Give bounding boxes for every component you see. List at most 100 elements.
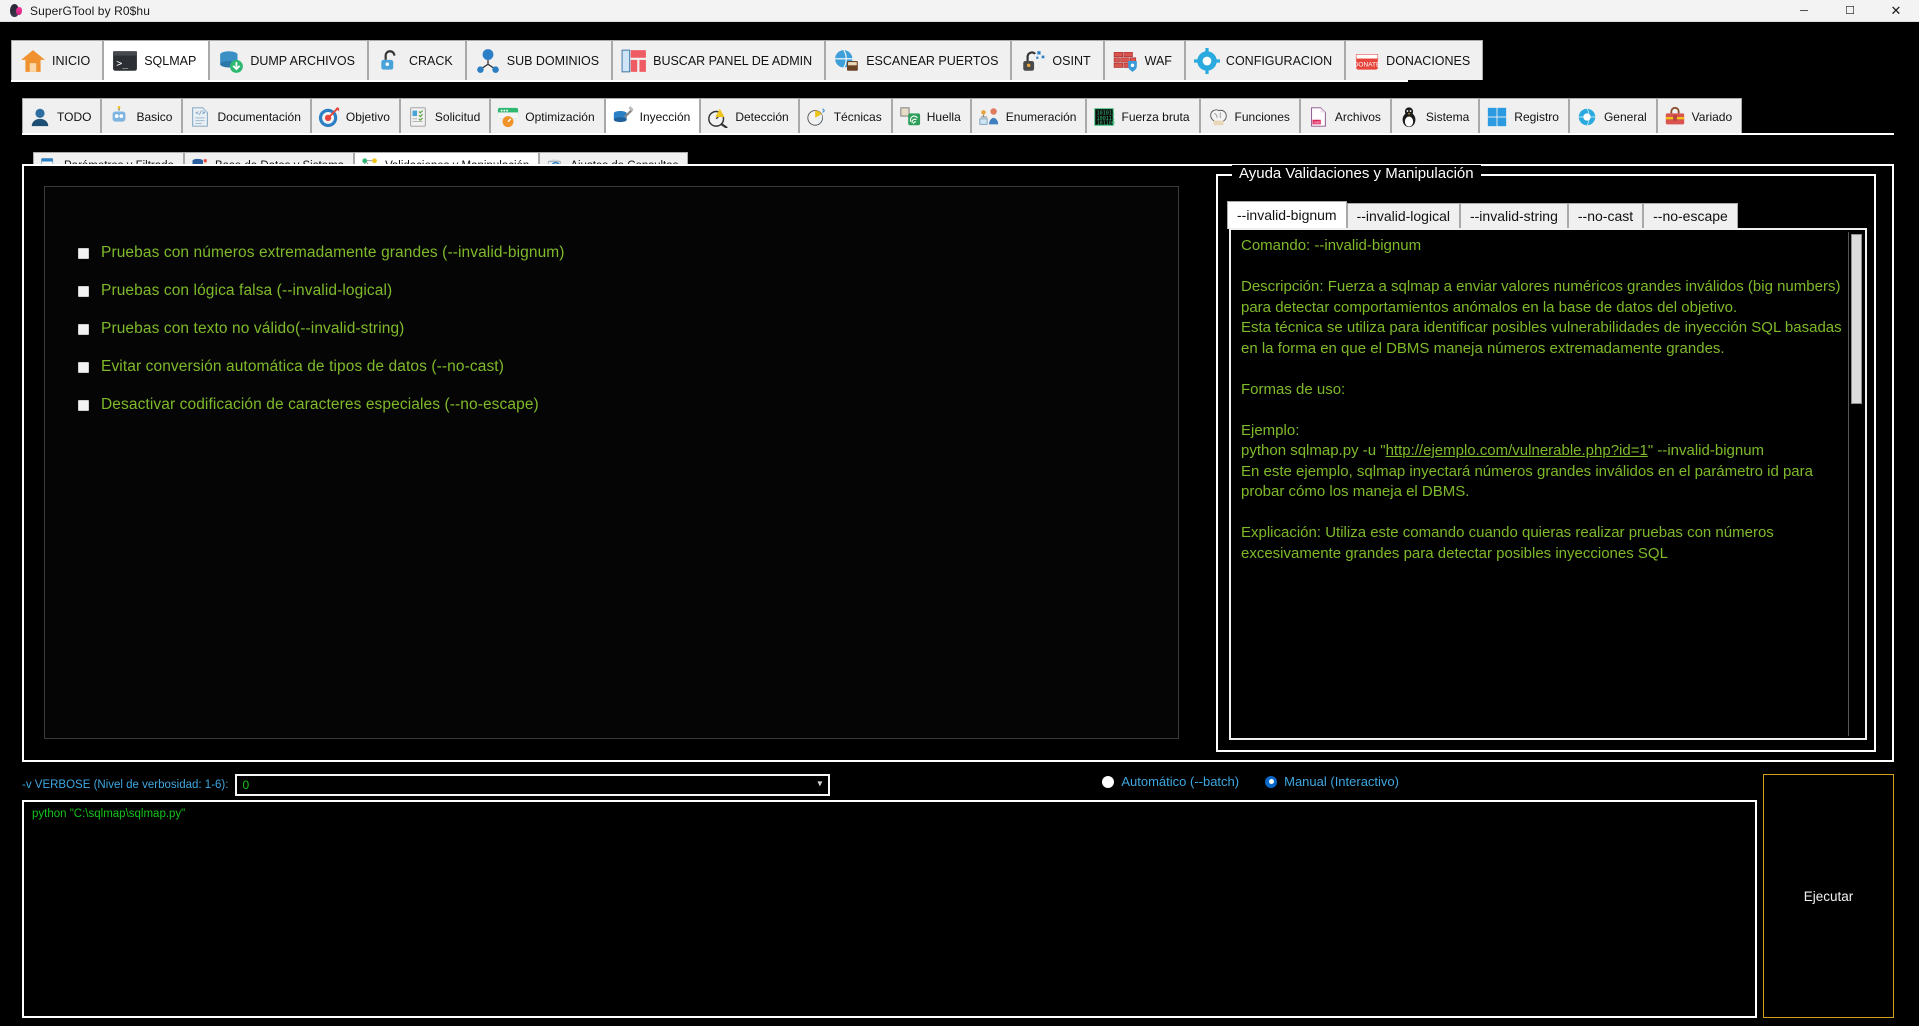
brain-icon xyxy=(1207,106,1229,128)
option-row[interactable]: Evitar conversión automática de tipos de… xyxy=(78,348,1158,386)
ribbon-divider-2 xyxy=(22,133,1894,135)
enumeration-icon xyxy=(978,106,1000,128)
tab-inyecci-n[interactable]: Inyección xyxy=(604,98,701,134)
tab-basico[interactable]: Basico xyxy=(101,98,183,134)
tab-label: Objetivo xyxy=(345,109,390,124)
help-groupbox-title: Ayuda Validaciones y Manipulación xyxy=(1232,165,1481,182)
help-tab-no-escape[interactable]: --no-escape xyxy=(1643,203,1738,229)
fingerprint-icon xyxy=(899,106,921,128)
tab-inicio[interactable]: INICIO xyxy=(11,40,104,80)
main-tabstrip: INICIO >_ SQLMAP DUMP ARCHIVOS CRACK SUB DOMI… xyxy=(11,40,1484,80)
tab-label: DUMP ARCHIVOS xyxy=(250,53,355,68)
minimize-button[interactable]: ─ xyxy=(1781,0,1827,21)
tab-enumeraci-n[interactable]: Enumeración xyxy=(970,98,1087,134)
tab-huella[interactable]: Huella xyxy=(891,98,971,134)
tab-t-cnicas[interactable]: Técnicas xyxy=(798,98,892,134)
tab-configuracion[interactable]: CONFIGURACION xyxy=(1184,40,1346,80)
document-code-icon: </> xyxy=(189,106,211,128)
verbose-value: 0 xyxy=(242,778,250,792)
option-label: Desactivar codificación de caracteres es… xyxy=(101,396,539,413)
tab-label: Variado xyxy=(1691,109,1733,124)
console-output[interactable]: python "C:\sqlmap\sqlmap.py" xyxy=(22,800,1757,1018)
option-checkbox[interactable] xyxy=(78,285,89,297)
tab-registro[interactable]: Registro xyxy=(1479,98,1569,134)
tab-donaciones[interactable]: DONATE DONACIONES xyxy=(1345,40,1484,80)
option-row[interactable]: Desactivar codificación de caracteres es… xyxy=(78,386,1158,424)
option-row[interactable]: Pruebas con texto no válido(--invalid-st… xyxy=(78,310,1158,348)
option-checkbox[interactable] xyxy=(78,361,89,373)
tab-dump-archivos[interactable]: DUMP ARCHIVOS xyxy=(209,40,368,80)
console-text: python "C:\sqlmap\sqlmap.py" xyxy=(32,808,186,820)
app-body: INICIO >_ SQLMAP DUMP ARCHIVOS CRACK SUB DOMI… xyxy=(0,22,1919,1026)
help-text-content: Comando: --invalid-bignum Descripción: F… xyxy=(1241,237,1842,562)
magnifier-gauge-icon xyxy=(707,106,729,129)
svg-text:rust: rust xyxy=(1313,120,1319,124)
window-title: SuperGTool by R0$hu xyxy=(30,3,150,18)
pie-chart-icon xyxy=(806,106,828,128)
radio-manual[interactable]: Manual (Interactivo) xyxy=(1265,774,1399,789)
verbose-select[interactable]: 0 ▾ xyxy=(235,774,831,796)
option-checkbox[interactable] xyxy=(78,247,89,259)
windows-registry-icon xyxy=(1486,106,1508,128)
content-panel: Pruebas con números extremadamente grand… xyxy=(22,164,1894,884)
hacker-icon xyxy=(29,106,51,128)
tab-funciones[interactable]: Funciones xyxy=(1199,98,1300,134)
tab-label: Solicitud xyxy=(434,109,481,124)
tab-general[interactable]: General xyxy=(1568,98,1657,134)
tab-sub-dominios[interactable]: SUB DOMINIOS xyxy=(465,40,613,80)
options-pane: Pruebas con números extremadamente grand… xyxy=(44,186,1179,739)
tab-fuerza-bruta[interactable]: 101011 100111 101100 Fuerza bruta xyxy=(1086,98,1200,134)
tab-escanear-puertos[interactable]: ESCANEAR PUERTOS xyxy=(825,40,1012,80)
help-tab-invalid-logical[interactable]: --invalid-logical xyxy=(1346,203,1460,229)
tab-label: Sistema xyxy=(1425,109,1470,124)
maximize-button[interactable]: ☐ xyxy=(1827,0,1873,21)
tab-documentaci-n[interactable]: </> Documentación xyxy=(182,98,311,134)
tab-label: Inyección xyxy=(639,109,691,124)
chevron-down-icon: ▾ xyxy=(817,778,823,790)
tab-label: Funciones xyxy=(1234,109,1290,124)
option-row[interactable]: Pruebas con lógica falsa (--invalid-logi… xyxy=(78,272,1158,310)
option-checkbox[interactable] xyxy=(78,399,89,411)
tab-label: Detección xyxy=(735,109,789,124)
tab-label: CRACK xyxy=(408,53,453,68)
admin-panel-icon xyxy=(621,48,647,74)
tab-sqlmap[interactable]: >_ SQLMAP xyxy=(103,40,210,80)
tab-waf[interactable]: WAF xyxy=(1103,40,1185,80)
tab-detecci-n[interactable]: Detección xyxy=(700,98,799,134)
linux-penguin-icon xyxy=(1398,106,1420,128)
tab-buscar-panel-de-admin[interactable]: BUSCAR PANEL DE ADMIN xyxy=(612,40,826,80)
tab-optimizaci-n[interactable]: Optimización xyxy=(490,98,605,134)
tab-label: Huella xyxy=(926,109,961,124)
binary-icon: 101011 100111 101100 xyxy=(1093,106,1115,128)
help-scrollbar[interactable] xyxy=(1848,232,1863,736)
tab-label: BUSCAR PANEL DE ADMIN xyxy=(653,53,813,68)
tab-osint[interactable]: OSINT xyxy=(1011,40,1104,80)
tab-variado[interactable]: Variado xyxy=(1656,98,1743,134)
tab-todo[interactable]: TODO xyxy=(22,98,102,134)
help-tab-invalid-bignum[interactable]: --invalid-bignum xyxy=(1227,201,1347,229)
radio-manual-dot xyxy=(1265,775,1278,788)
tab-objetivo[interactable]: Objetivo xyxy=(310,98,400,134)
help-tab-invalid-string[interactable]: --invalid-string xyxy=(1459,203,1568,229)
help-tab-no-cast[interactable]: --no-cast xyxy=(1567,203,1644,229)
close-button[interactable]: ✕ xyxy=(1873,0,1919,21)
help-example-url-link[interactable]: http://ejemplo.com/vulnerable.php?id=1 xyxy=(1386,442,1648,459)
radio-automatic-label: Automático (--batch) xyxy=(1121,774,1240,789)
tab-label: Enumeración xyxy=(1005,109,1077,124)
tab-label: DONACIONES xyxy=(1386,53,1471,68)
radio-automatic[interactable]: Automático (--batch) xyxy=(1102,774,1239,789)
tab-archivos[interactable]: rust Archivos xyxy=(1299,98,1391,134)
tab-solicitud[interactable]: Solicitud xyxy=(399,98,491,134)
tab-label: CONFIGURACION xyxy=(1225,53,1333,68)
donate-icon: DONATE xyxy=(1354,48,1381,74)
tab-sistema[interactable]: Sistema xyxy=(1390,98,1480,134)
globe-scan-icon xyxy=(834,48,860,74)
execute-button[interactable]: Ejecutar xyxy=(1763,774,1894,1018)
option-row[interactable]: Pruebas con números extremadamente grand… xyxy=(78,234,1158,272)
tab-label: TODO xyxy=(57,109,92,124)
help-scrollbar-thumb[interactable] xyxy=(1851,234,1862,404)
help-text-area[interactable]: Comando: --invalid-bignum Descripción: F… xyxy=(1229,228,1867,740)
tab-label: Basico xyxy=(136,109,173,124)
option-checkbox[interactable] xyxy=(78,323,89,335)
tab-crack[interactable]: CRACK xyxy=(367,40,466,80)
